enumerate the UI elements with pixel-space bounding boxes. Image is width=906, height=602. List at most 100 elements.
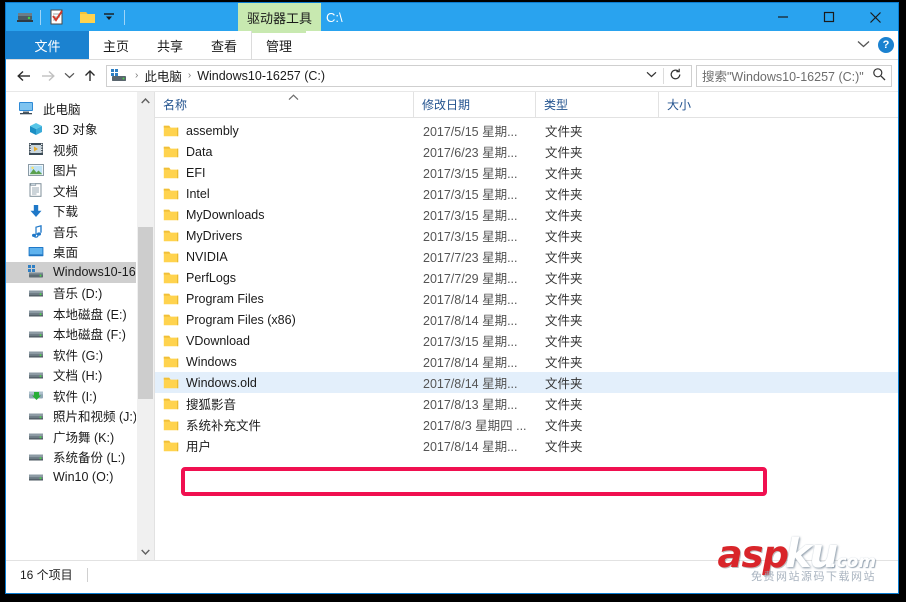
scroll-up-arrow-icon[interactable] (137, 92, 154, 109)
file-name-cell: 系统补充文件 (163, 415, 261, 434)
contextual-tab-drive-tools[interactable]: 驱动器工具 (238, 3, 322, 31)
tab-view[interactable]: 查看 (197, 31, 251, 59)
sidebar-item[interactable]: 音乐 (6, 221, 154, 242)
column-header[interactable]: 名称 (155, 92, 413, 117)
sidebar-item[interactable]: 3D 对象 (6, 119, 154, 140)
sidebar-item[interactable]: 软件 (I:) (6, 385, 154, 406)
tab-manage[interactable]: 管理 (251, 31, 306, 59)
minimize-button[interactable] (760, 3, 806, 31)
sidebar-item[interactable]: 视频 (6, 139, 154, 160)
file-row[interactable]: Windows.old 2017/8/14 星期... 文件夹 (155, 372, 898, 393)
folder-icon (163, 292, 179, 306)
window-controls (760, 3, 898, 31)
file-row[interactable]: Intel 2017/3/15 星期... 文件夹 (155, 183, 898, 204)
tab-home[interactable]: 主页 (89, 31, 143, 59)
file-row[interactable]: PerfLogs 2017/7/29 星期... 文件夹 (155, 267, 898, 288)
sidebar-item-label: 下载 (53, 205, 79, 220)
column-header[interactable]: 类型 (535, 92, 658, 117)
file-row[interactable]: NVIDIA 2017/7/23 星期... 文件夹 (155, 246, 898, 267)
scrollbar-thumb[interactable] (138, 227, 153, 399)
drive-icon (28, 286, 48, 300)
sidebar-item[interactable]: 本地磁盘 (F:) (6, 324, 154, 345)
file-name-cell: Windows (163, 355, 237, 369)
file-row[interactable]: EFI 2017/3/15 星期... 文件夹 (155, 162, 898, 183)
chevron-down-icon[interactable] (855, 39, 871, 51)
file-row[interactable]: Windows 2017/8/14 星期... 文件夹 (155, 351, 898, 372)
system-drive-icon (28, 265, 48, 279)
sidebar-item[interactable]: 下载 (6, 201, 154, 222)
navigation-scrollbar[interactable] (136, 92, 154, 560)
contextual-tab-label: 驱动器工具 (247, 10, 313, 26)
breadcrumb-dropdown-icon[interactable] (640, 70, 663, 81)
desktop-icon (28, 245, 48, 259)
file-type-cell: 文件夹 (545, 188, 583, 202)
breadcrumb[interactable]: › 此电脑 › Windows10-16257 (C:) (106, 64, 692, 87)
sidebar-item[interactable]: 图片 (6, 160, 154, 181)
sidebar-item[interactable]: 系统备份 (L:) (6, 447, 154, 468)
file-row[interactable]: 搜狐影音 2017/8/13 星期... 文件夹 (155, 393, 898, 414)
file-type-cell: 文件夹 (545, 146, 583, 160)
checklist-icon[interactable] (45, 7, 67, 27)
file-row[interactable]: 用户 2017/8/14 星期... 文件夹 (155, 435, 898, 456)
sidebar-item-label: 软件 (I:) (53, 389, 97, 404)
file-type-cell: 文件夹 (545, 356, 583, 370)
back-button[interactable] (12, 64, 36, 88)
folder-icon (163, 313, 179, 327)
up-button[interactable] (78, 64, 102, 88)
file-name-label: Intel (186, 186, 210, 201)
file-date-cell: 2017/8/14 星期... (423, 377, 518, 391)
sidebar-item[interactable]: 照片和视频 (J:) (6, 406, 154, 427)
scroll-down-arrow-icon[interactable] (137, 543, 154, 560)
breadcrumb-right-controls (640, 67, 687, 84)
file-row[interactable]: MyDownloads 2017/3/15 星期... 文件夹 (155, 204, 898, 225)
file-row[interactable]: Data 2017/6/23 星期... 文件夹 (155, 141, 898, 162)
explorer-window: 驱动器工具 C:\ 文件 主页 共享 查看 管理 ? › 此电脑 › Windo… (5, 2, 899, 594)
file-row[interactable]: 系统补充文件 2017/8/3 星期四 ... 文件夹 (155, 414, 898, 435)
file-row[interactable]: assembly 2017/5/15 星期... 文件夹 (155, 120, 898, 141)
file-name-cell: Windows.old (163, 376, 257, 390)
file-row[interactable]: Program Files 2017/8/14 星期... 文件夹 (155, 288, 898, 309)
file-date-cell: 2017/8/14 星期... (423, 293, 518, 307)
maximize-button[interactable] (806, 3, 852, 31)
file-name-label: 系统补充文件 (186, 419, 262, 433)
forward-button[interactable] (36, 64, 60, 88)
recent-locations-icon[interactable] (60, 64, 78, 88)
search-input[interactable]: 搜索"Windows10-16257 (C:)" (696, 64, 892, 87)
sidebar-item[interactable]: Windows10-16 (6, 262, 154, 283)
toolbar-divider-3 (124, 9, 125, 25)
file-row[interactable]: MyDrivers 2017/3/15 星期... 文件夹 (155, 225, 898, 246)
sidebar-item[interactable]: Win10 (O:) (6, 467, 154, 488)
breadcrumb-item-drive[interactable]: Windows10-16257 (C:) (197, 69, 325, 83)
sidebar-item[interactable]: 此电脑 (6, 98, 154, 119)
tab-file[interactable]: 文件 (6, 31, 89, 59)
sidebar-item[interactable]: 广场舞 (K:) (6, 426, 154, 447)
sidebar-item-label: 系统备份 (L:) (53, 451, 126, 466)
sidebar-item[interactable]: 文档 (6, 180, 154, 201)
sidebar-item[interactable]: 软件 (G:) (6, 344, 154, 365)
search-placeholder: 搜索"Windows10-16257 (C:)" (702, 70, 864, 84)
tab-share[interactable]: 共享 (143, 31, 197, 59)
file-row[interactable]: Program Files (x86) 2017/8/14 星期... 文件夹 (155, 309, 898, 330)
drive-properties-icon[interactable] (14, 7, 36, 27)
sidebar-item[interactable]: 本地磁盘 (E:) (6, 303, 154, 324)
help-icon[interactable]: ? (878, 37, 894, 53)
sidebar-item[interactable]: 桌面 (6, 242, 154, 263)
magnifier-icon[interactable] (872, 67, 886, 84)
column-header[interactable]: 大小 (658, 92, 740, 117)
column-header[interactable]: 修改日期 (413, 92, 535, 117)
close-button[interactable] (852, 3, 898, 31)
sidebar-item[interactable]: 文档 (H:) (6, 365, 154, 386)
new-folder-icon[interactable] (76, 7, 98, 27)
refresh-icon[interactable] (663, 67, 687, 84)
breadcrumb-item-this-pc[interactable]: 此电脑 (144, 66, 182, 85)
drive-icon (28, 347, 48, 361)
3d-objects-icon (28, 122, 48, 136)
file-type-cell: 文件夹 (545, 251, 583, 265)
sidebar-item-label: 照片和视频 (J:) (53, 410, 138, 425)
file-row[interactable]: VDownload 2017/3/15 星期... 文件夹 (155, 330, 898, 351)
folder-icon (163, 124, 179, 138)
column-header-label: 大小 (667, 98, 692, 112)
customize-chevron-icon[interactable] (98, 7, 120, 27)
sidebar-item[interactable]: 音乐 (D:) (6, 283, 154, 304)
file-name-label: MyDownloads (186, 207, 265, 222)
